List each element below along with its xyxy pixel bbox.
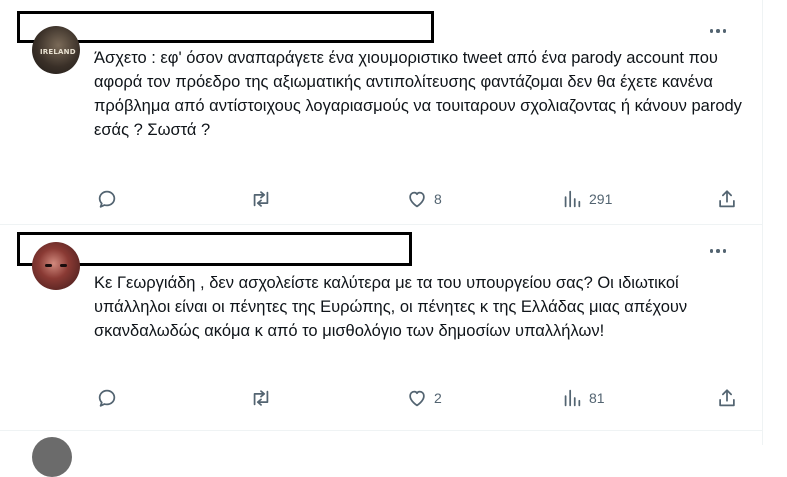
tweet-reply[interactable]: Κε Γεωργιάδη , δεν ασχολείστε καλύτερα μ… [0,225,762,430]
column-border [762,0,763,445]
heart-icon [409,390,425,407]
retweet-button[interactable] [250,387,278,409]
avatar-detail [45,264,52,267]
redacted-author-name [17,11,434,43]
tweet-text: Κε Γεωργιάδη , δεν ασχολείστε καλύτερα μ… [94,274,692,340]
share-button[interactable] [716,387,738,409]
view-count: 291 [589,191,613,207]
retweet-icon [253,390,269,406]
retweet-button[interactable] [250,188,278,210]
avatar[interactable] [32,437,72,477]
avatar-detail [60,264,67,267]
heart-icon [409,191,425,208]
like-button[interactable]: 2 [406,387,442,409]
share-icon [719,389,735,407]
action-bar: 2 81 [96,387,746,409]
tweet-text: Άσχετο : εφ' όσον αναπαράγετε ένα χιουμο… [94,49,747,139]
more-button[interactable] [706,246,730,256]
views-icon [564,190,581,208]
like-button[interactable]: 8 [406,188,442,210]
more-icon [709,249,714,253]
reply-icon [98,389,116,407]
retweet-icon [253,191,269,207]
avatar[interactable] [32,242,80,290]
avatar[interactable]: IRELAND [32,26,80,74]
tweet-divider [0,430,762,431]
like-count: 2 [434,390,442,406]
like-count: 8 [434,191,442,207]
more-icon [709,29,714,33]
more-button[interactable] [706,26,730,36]
share-icon [719,190,735,208]
share-button[interactable] [716,188,738,210]
action-bar: 8 291 [96,188,746,210]
views-button[interactable]: 291 [561,188,612,210]
reply-button[interactable] [96,387,124,409]
reply-icon [98,190,116,208]
avatar-label: IRELAND [40,48,76,56]
tweet-reply[interactable]: IRELAND Άσχετο : εφ' όσον αναπαράγετε έν… [0,0,762,224]
reply-button[interactable] [96,188,124,210]
views-button[interactable]: 81 [561,387,605,409]
view-count: 81 [589,390,605,406]
views-icon [564,389,581,407]
